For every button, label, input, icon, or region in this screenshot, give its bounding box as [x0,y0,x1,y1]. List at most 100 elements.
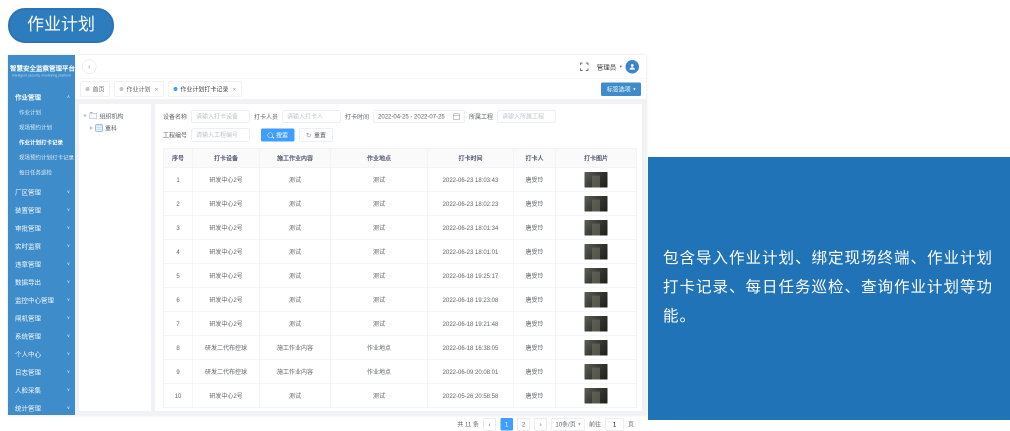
tab-home[interactable]: 首页 [80,82,110,97]
chevron-down-icon: ∨ [67,369,70,375]
tabs: 首页作业计划× 作业计划打卡记录× [80,82,242,97]
tree-root-label: 组织机构 [100,112,124,121]
table-cell-no: 4 [163,240,193,264]
sidebar-item-violation[interactable]: 违章管理∨ [8,255,75,273]
pagination-page-1[interactable]: 1 [500,418,513,431]
table-header-cell: 打卡设备 [193,148,260,168]
close-icon[interactable]: × [232,85,236,93]
table-row[interactable]: 7研发中心2号测试测试2022-06-18 19:21:48唐受玲 [163,312,637,336]
punch-photo-thumbnail[interactable] [585,268,608,284]
table-cell-time: 2022-06-23 18:01:34 [427,216,514,240]
sidebar-item-statistics[interactable]: 统计管理∨ [8,399,75,416]
table-cell-photo [555,168,637,192]
sidebar-item-label: 实时监察 [15,241,41,251]
main-area: ‹ 管理员 ▾ [75,55,646,415]
table-cell-content: 测试 [259,264,331,288]
project-input[interactable] [498,110,556,123]
sidebar-subitem-work-plan[interactable]: 作业计划 [8,106,75,121]
punch-photo-thumbnail[interactable] [585,220,608,236]
table-row[interactable]: 4研发中心2号测试测试2022-06-23 18:01:01唐受玲 [163,240,637,264]
user-menu[interactable]: 管理员 ▾ [597,60,639,74]
sidebar-item-factory-area[interactable]: 厂区管理∨ [8,183,75,201]
sidebar-item-personal-center[interactable]: 个人中心∨ [8,345,75,363]
app-logo-title: 智慧安全监察管理平台 [10,63,73,73]
close-icon[interactable]: × [155,85,159,93]
table-header-cell: 作业地点 [331,148,428,168]
table-cell-location: 测试 [331,216,428,240]
table-row[interactable]: 1研发中心2号测试测试2022-06-23 18:03:43唐受玲 [163,168,637,192]
tree-node-child[interactable]: 重科 [83,122,147,134]
punch-person-input[interactable] [283,110,341,123]
table-cell-device: 研发中心2号 [193,192,260,216]
collapse-sidebar-button[interactable]: ‹ [82,59,97,74]
tab-options-button[interactable]: 标签选项 ▾ [601,82,641,96]
tab-status-dot [86,87,90,91]
pagination: 共 11 条 ‹ 12 › 10条/页 ▾ 前往 页 [163,418,634,431]
reset-button[interactable]: ↻ 重置 [299,129,333,142]
search-button[interactable]: 搜索 [261,129,295,142]
table-header-row: 序号打卡设备施工作业内容作业地点打卡时间打卡人打卡图片 [163,148,637,168]
back-arrow-icon: ‹ [88,62,91,71]
pagination-prev-button[interactable]: ‹ [483,418,496,431]
sidebar-item-log[interactable]: 日志管理 ∨ [8,363,75,381]
sidebar-item-data-export[interactable]: 数据导出∨ [8,273,75,291]
table-row[interactable]: 2研发中心2号测试测试2022-06-23 18:02:23唐受玲 [163,192,637,216]
folder-icon [90,113,98,119]
tab-work-plan[interactable]: 作业计划× [114,82,164,97]
table-cell-no: 1 [163,168,193,192]
punch-photo-thumbnail[interactable] [585,292,608,308]
sidebar-item-approval[interactable]: 审批管理∨ [8,219,75,237]
sidebar-subitem-site-reserve-punch-records[interactable]: 现场预约计划打卡记录 [8,151,75,166]
tree-node-root[interactable]: 组织机构 [83,110,147,122]
pagination-page-2[interactable]: 2 [517,418,530,431]
sidebar-item-work-management[interactable]: 作业管理∧ [8,88,75,106]
sidebar-item-system[interactable]: 系统管理∨ [8,327,75,345]
project-code-label: 工程编号 [163,131,187,140]
fullscreen-icon[interactable] [580,62,589,71]
table-header-cell: 施工作业内容 [259,148,331,168]
sidebar-item-device[interactable]: 装置管理∨ [8,201,75,219]
table-row[interactable]: 3研发中心2号测试测试2022-06-23 18:01:34唐受玲 [163,216,637,240]
punch-photo-thumbnail[interactable] [585,316,608,332]
sidebar-subitem-site-reserve-plan[interactable]: 现场预约计划 [8,121,75,136]
sidebar-item-gate[interactable]: 闸机管理∨ [8,309,75,327]
sidebar-subitem-daily-task-inspection[interactable]: 每日任务巡检 [8,166,75,181]
table-cell-content: 测试 [259,216,331,240]
sidebar-item-face-collection[interactable]: 人脸采集∨ [8,381,75,399]
table-cell-location: 作业地点 [331,360,428,384]
punch-photo-thumbnail[interactable] [585,340,608,356]
table-cell-person: 唐受玲 [514,336,556,360]
punch-photo-thumbnail[interactable] [585,388,608,404]
sidebar-subitem-work-plan-punch-records[interactable]: 作业计划打卡记录 [8,136,75,151]
sidebar-item-monitor-center[interactable]: 监控中心管理∨ [8,291,75,309]
sidebar-item-label: 日志管理 [15,367,41,377]
punch-person-label: 打卡人员 [254,112,278,121]
table-cell-no: 7 [163,312,193,336]
device-name-input[interactable] [192,110,250,123]
tab-work-plan-punch-records[interactable]: 作业计划打卡记录× [168,82,242,97]
chevron-down-icon: ▾ [633,86,635,92]
table-row[interactable]: 10研发中心2号测试测试2022-05-26 20:58:58唐受玲 [163,384,637,408]
table-cell-content: 施工作业内容 [259,360,331,384]
table-cell-time: 2022-05-26 20:58:58 [427,384,514,408]
page-size-select[interactable]: 10条/页 ▾ [551,418,584,431]
table-cell-person: 唐受玲 [514,312,556,336]
pagination-next-button[interactable]: › [534,418,547,431]
sidebar-item-realtime-monitor[interactable]: 实时监察∨ [8,237,75,255]
punch-photo-thumbnail[interactable] [585,244,608,260]
table-cell-photo [555,384,637,408]
table-cell-photo [555,216,637,240]
punch-photo-thumbnail[interactable] [585,364,608,380]
sidebar-item-label: 厂区管理 [15,187,41,197]
user-avatar [626,60,640,74]
table-row[interactable]: 5研发中心2号测试测试2022-06-18 19:25:17唐受玲 [163,264,637,288]
goto-page-input[interactable] [605,418,623,431]
punch-photo-thumbnail[interactable] [585,196,608,212]
punch-photo-thumbnail[interactable] [585,172,608,188]
table-row[interactable]: 9研发二代布控球施工作业内容作业地点2022-06-09 20:08:01唐受玲 [163,360,637,384]
punch-time-range-picker[interactable]: 2022-04-25 - 2022-07-25 [374,110,465,123]
table-row[interactable]: 6研发中心2号测试测试2022-06-18 19:23:08唐受玲 [163,288,637,312]
project-code-input[interactable] [192,129,250,142]
table-row[interactable]: 8研发二代布控球施工作业内容作业地点2022-06-18 16:38:05唐受玲 [163,336,637,360]
chevron-down-icon: ∨ [67,333,70,339]
